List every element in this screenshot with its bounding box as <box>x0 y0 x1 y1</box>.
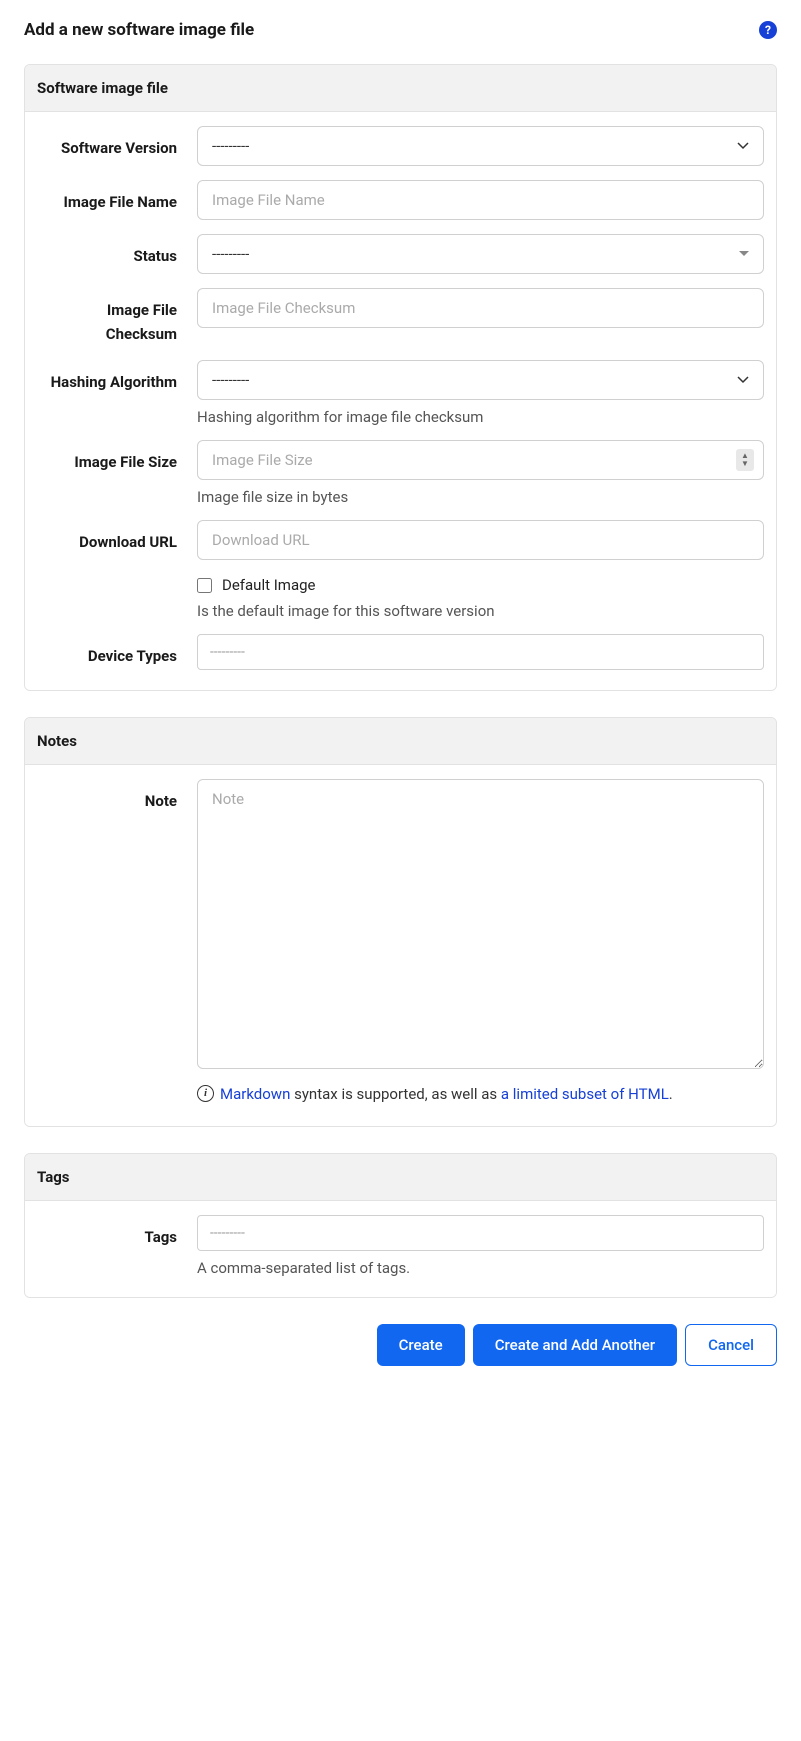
label-image-file-size: Image File Size <box>37 440 197 474</box>
tags-input[interactable]: --------- <box>197 1215 764 1251</box>
image-file-name-input[interactable] <box>197 180 764 220</box>
label-image-file-name: Image File Name <box>37 180 197 214</box>
default-image-checkbox[interactable] <box>197 578 212 593</box>
markdown-link[interactable]: Markdown <box>220 1085 290 1103</box>
create-button[interactable]: Create <box>377 1324 465 1366</box>
hashing-algorithm-select[interactable]: --------- <box>197 360 764 400</box>
label-device-types: Device Types <box>37 634 197 668</box>
download-url-input[interactable] <box>197 520 764 560</box>
section-notes: Notes Note i Markdown syntax is supporte… <box>24 717 777 1127</box>
create-add-another-button[interactable]: Create and Add Another <box>473 1324 677 1366</box>
label-software-version: Software Version <box>37 126 197 160</box>
page-title: Add a new software image file <box>24 20 254 40</box>
image-file-size-input[interactable] <box>197 440 764 480</box>
label-image-file-checksum: Image File Checksum <box>37 288 197 346</box>
help-icon[interactable]: ? <box>759 21 777 39</box>
section-header: Software image file <box>25 65 776 112</box>
tags-help: A comma-separated list of tags. <box>197 1259 764 1277</box>
software-version-select[interactable]: --------- <box>197 126 764 166</box>
cancel-button[interactable]: Cancel <box>685 1324 777 1366</box>
html-subset-link[interactable]: a limited subset of HTML <box>501 1085 669 1103</box>
section-header-notes: Notes <box>25 718 776 765</box>
section-tags: Tags Tags --------- A comma-separated li… <box>24 1153 777 1298</box>
image-file-size-help: Image file size in bytes <box>197 488 764 506</box>
image-file-checksum-input[interactable] <box>197 288 764 328</box>
label-tags: Tags <box>37 1215 197 1249</box>
hashing-algorithm-help: Hashing algorithm for image file checksu… <box>197 408 764 426</box>
label-download-url: Download URL <box>37 520 197 554</box>
status-select[interactable]: --------- <box>197 234 764 274</box>
device-types-input[interactable]: --------- <box>197 634 764 670</box>
info-icon: i <box>197 1085 214 1102</box>
note-help-text: Markdown syntax is supported, as well as… <box>220 1083 673 1106</box>
label-status: Status <box>37 234 197 268</box>
section-software-image-file: Software image file Software Version ---… <box>24 64 777 691</box>
default-image-label: Default Image <box>222 576 316 594</box>
default-image-help: Is the default image for this software v… <box>197 602 764 620</box>
section-header-tags: Tags <box>25 1154 776 1201</box>
note-textarea[interactable] <box>197 779 764 1069</box>
label-note: Note <box>37 779 197 813</box>
number-stepper-icon[interactable]: ▲▼ <box>736 449 754 471</box>
label-hashing-algorithm: Hashing Algorithm <box>37 360 197 394</box>
